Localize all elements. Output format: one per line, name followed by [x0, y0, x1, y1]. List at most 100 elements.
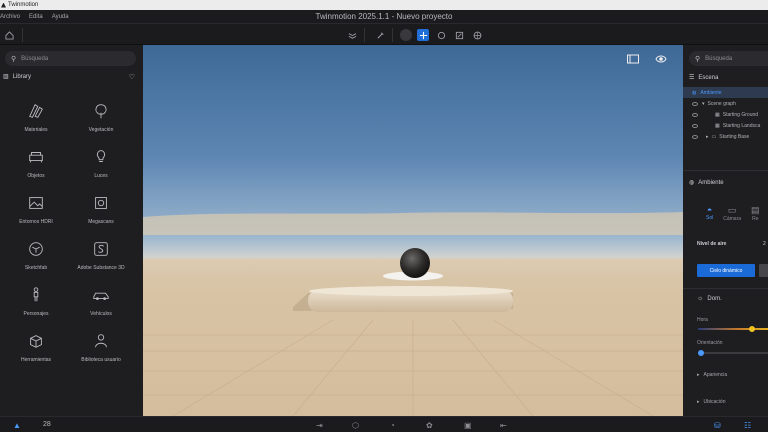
library-item-herramientas[interactable]: Herramientas	[1, 327, 71, 371]
vegetation-icon	[92, 102, 110, 120]
menu-edita[interactable]: Edita	[29, 14, 43, 20]
paint-icon[interactable]: ◔	[390, 421, 395, 430]
move-tool-icon[interactable]	[417, 29, 429, 41]
hdri-icon	[27, 194, 45, 212]
tab-camara[interactable]: ▭ Cámara	[723, 205, 741, 222]
location-section[interactable]: ▸ Ubicación	[697, 399, 725, 405]
expand-arrow-icon: ▸	[697, 399, 700, 405]
globe-icon[interactable]	[471, 29, 483, 41]
mesh-icon: ▦	[715, 111, 720, 118]
tree-item-starting-landscape[interactable]: ▦ Starting Landsca	[683, 120, 768, 131]
visibility-eye-icon[interactable]	[655, 54, 667, 64]
eye-icon[interactable]	[692, 112, 698, 117]
tree-item-starting-ground[interactable]: ▦ Starting Ground	[683, 109, 768, 120]
scale-tool-icon[interactable]	[453, 29, 465, 41]
selection-mode-icon[interactable]	[400, 29, 412, 41]
sky-option-button[interactable]	[759, 264, 768, 277]
properties-toggle-icon[interactable]: ☷	[744, 421, 751, 430]
library-item-luces[interactable]: Luces	[66, 143, 136, 187]
favorites-heart-icon[interactable]: ♡	[129, 73, 135, 81]
hour-slider[interactable]	[698, 326, 768, 332]
export-icon[interactable]: ⇤	[500, 421, 507, 430]
vehicles-icon	[92, 286, 110, 304]
alert-triangle-icon[interactable]: ▲	[13, 421, 21, 430]
sky-level-value: 2	[763, 241, 766, 247]
scene-render	[143, 212, 683, 416]
scene-search-input[interactable]: ⚲ Búsqueda	[689, 51, 768, 66]
lights-icon	[92, 148, 110, 166]
status-bar: ▲ 28 ⇥ ⬡ ◔ ✿ ▣ ⇤ ⛁ ☷	[0, 416, 768, 432]
import-icon[interactable]: ⇥	[316, 421, 323, 430]
viewport-layout-icon[interactable]	[627, 54, 639, 64]
sun-section-header: ☼ Dom.	[697, 295, 722, 302]
tree-item-ambiente[interactable]: ◍ Ambiente	[683, 87, 768, 98]
appearance-section[interactable]: ▸ Apariencia	[697, 372, 727, 378]
mesh-icon: ▦	[715, 122, 720, 129]
sketchfab-icon	[27, 240, 45, 258]
main-toolbar	[0, 23, 768, 45]
tab-sol[interactable]: ◓ Sol	[706, 205, 713, 222]
tools-icon	[27, 332, 45, 350]
sky-level-label: Nivel de aire	[697, 241, 727, 247]
eye-icon[interactable]	[692, 134, 698, 139]
library-item-personajes[interactable]: Personajes	[1, 281, 71, 325]
window-titlebar: Twinmotion	[0, 0, 768, 10]
library-item-objetos[interactable]: Objetos	[1, 143, 71, 187]
orientation-slider[interactable]	[698, 350, 768, 356]
library-item-biblioteca-usuario[interactable]: Biblioteca usuario	[66, 327, 136, 371]
tree-item-scene-graph[interactable]: ▾ Scene graph	[683, 98, 768, 109]
home-icon[interactable]	[3, 29, 15, 41]
library-toggle-icon[interactable]: ⛁	[714, 421, 721, 430]
expand-arrow-icon[interactable]: ▾	[702, 101, 705, 107]
eye-icon[interactable]	[692, 101, 698, 106]
vegetation-tool-icon[interactable]: ✿	[426, 421, 433, 430]
expand-arrow-icon[interactable]: ▸	[706, 134, 709, 140]
folder-icon: ▭	[711, 133, 717, 140]
environment-tabs: ◓ Sol ▭ Cámara ▤ Re	[706, 205, 760, 222]
render-icon: ▤	[751, 205, 760, 215]
library-panel: ⚲ Búsqueda ▥ Library ♡ Materiales Vegeta…	[0, 45, 143, 416]
materials-icon	[27, 102, 45, 120]
rotate-tool-icon[interactable]	[435, 29, 447, 41]
substance-icon	[92, 240, 110, 258]
tab-render[interactable]: ▤ Re	[751, 205, 760, 222]
project-title: Twinmotion 2025.1.1 - Nuevo proyecto	[315, 12, 453, 21]
environment-header: ◍ Ambiente	[689, 179, 724, 187]
orientation-slider-knob[interactable]	[698, 350, 705, 356]
library-item-vehiculos[interactable]: Vehículos	[66, 281, 136, 325]
globe-icon: ◍	[692, 89, 697, 96]
library-header[interactable]: ▥ Library ♡	[3, 73, 135, 81]
library-item-hdri[interactable]: Entornos HDRI	[1, 189, 71, 233]
scene-header: ☰ Escena	[689, 74, 719, 82]
library-item-substance[interactable]: Adobe Substance 3D	[66, 235, 136, 279]
search-icon: ⚲	[11, 55, 17, 63]
menu-archivo[interactable]: Archivo	[0, 14, 20, 20]
library-item-materiales[interactable]: Materiales	[1, 97, 71, 141]
camera-icon: ▭	[727, 205, 737, 215]
library-item-sketchfab[interactable]: Sketchfab	[1, 235, 71, 279]
app-name: Twinmotion	[8, 2, 39, 8]
hour-slider-knob[interactable]	[749, 326, 756, 332]
media-icon[interactable]: ▣	[464, 421, 472, 430]
megascans-icon	[92, 194, 110, 212]
library-search-input[interactable]: ⚲ Búsqueda	[5, 51, 136, 66]
dynamic-sky-button[interactable]: Cielo dinámico	[697, 264, 755, 277]
3d-viewport[interactable]	[143, 45, 683, 416]
fps-counter: 28	[43, 421, 51, 428]
tree-item-starting-base[interactable]: ▸ ▭ Starting Base	[683, 131, 768, 142]
menu-ayuda[interactable]: Ayuda	[52, 14, 69, 20]
layers-icon[interactable]	[346, 29, 358, 41]
sun-icon: ☼	[697, 295, 704, 302]
objects-icon	[27, 148, 45, 166]
library-item-megascans[interactable]: Megascans	[66, 189, 136, 233]
cube-icon[interactable]: ⬡	[352, 421, 359, 430]
user-library-icon	[92, 332, 110, 350]
library-item-vegetacion[interactable]: Vegetación	[66, 97, 136, 141]
brush-icon[interactable]	[374, 29, 386, 41]
expand-arrow-icon: ▸	[697, 372, 700, 378]
sun-half-icon: ◓	[706, 205, 713, 215]
globe-icon: ◍	[689, 180, 695, 186]
eye-icon[interactable]	[692, 123, 698, 128]
scene-panel: ⚲ Búsqueda ☰ Escena ◍ Ambiente ▾ Scene g…	[683, 45, 768, 416]
characters-icon	[27, 286, 45, 304]
